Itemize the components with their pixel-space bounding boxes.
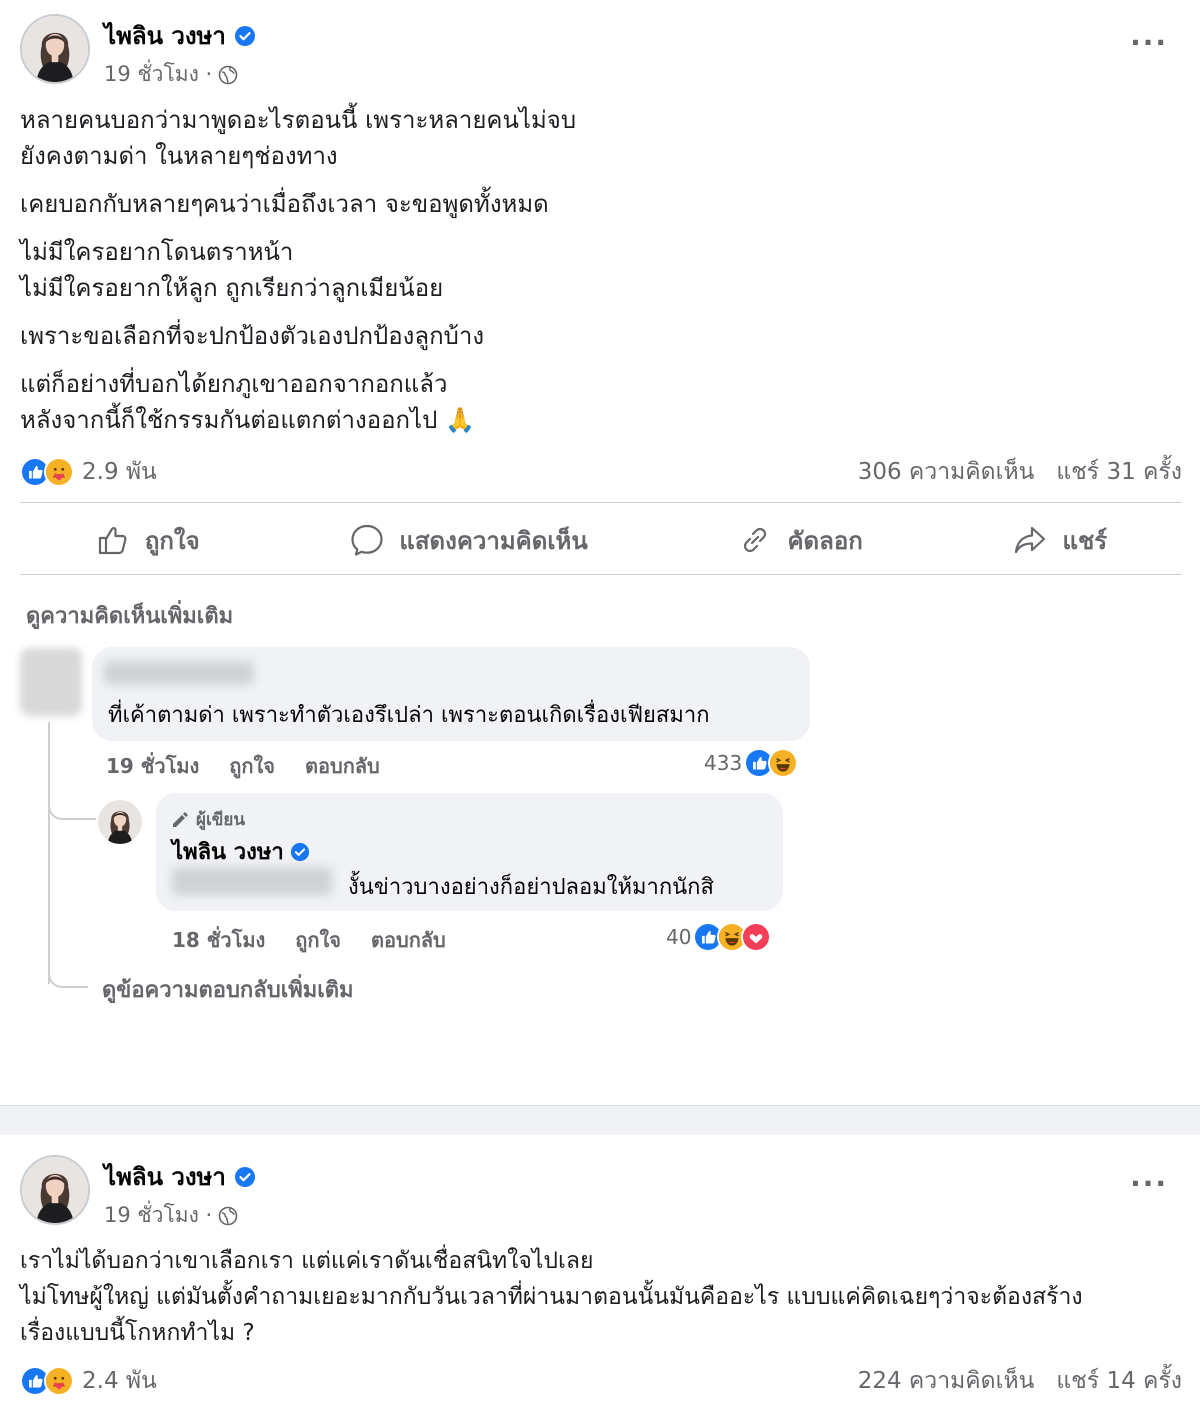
author-tag-label: ผู้เขียน xyxy=(196,810,245,830)
comments-count[interactable]: 224 ความคิดเห็น xyxy=(858,1363,1035,1399)
care-reaction-icon xyxy=(44,1366,74,1396)
share-icon xyxy=(1015,526,1046,554)
author-name[interactable]: ไพลิน วงษา xyxy=(104,16,256,55)
reaction-icons[interactable]: 2.4 พัน xyxy=(20,1363,157,1399)
reply-reply-button[interactable]: ตอบกลับ xyxy=(371,924,446,956)
comment-button[interactable]: แสดงความคิดเห็น xyxy=(349,521,588,560)
reply-author[interactable]: ไพลิน วงษา xyxy=(172,834,310,869)
post-body: เราไม่ได้บอกว่าเขาเลือกเรา แต่แค่เราดันเ… xyxy=(20,1243,1190,1351)
post-time[interactable]: 19 ชั่วโมง · xyxy=(104,1199,212,1232)
verified-icon xyxy=(233,24,256,47)
post-paragraph: แต่ก็อย่างที่บอกได้ยกภูเขาออกจากอกแล้ว หล… xyxy=(20,370,475,434)
reply-reaction-count: 40 xyxy=(666,925,692,949)
author-tag: ผู้เขียน xyxy=(170,806,245,833)
comment-label: แสดงความคิดเห็น xyxy=(399,526,588,555)
reaction-count[interactable]: 2.9 พัน xyxy=(82,454,157,490)
post-paragraph: เราไม่ได้บอกว่าเขาเลือกเรา แต่แค่เราดันเ… xyxy=(20,1248,1083,1346)
reply-actions: 18 ชั่วโมง ถูกใจ ตอบกลับ xyxy=(172,924,446,956)
author-name-text[interactable]: ไพลิน วงษา xyxy=(104,16,226,55)
post-time[interactable]: 19 ชั่วโมง · xyxy=(104,58,212,91)
comment-time[interactable]: 19 ชั่วโมง xyxy=(106,750,199,782)
author-avatar[interactable] xyxy=(20,1155,90,1225)
globe-icon xyxy=(218,65,238,84)
love-reaction-icon xyxy=(741,922,772,952)
post-timestamp[interactable]: 19 ชั่วโมง · xyxy=(104,58,238,91)
thread-connector xyxy=(48,960,88,988)
globe-icon xyxy=(218,1206,238,1225)
divider xyxy=(20,502,1182,503)
comment-bubble: ที่เค้าตามด่า เพราะทำตัวเองรึเปล่า เพราะ… xyxy=(92,647,810,741)
reactions-summary: 2.4 พัน 224 ความคิดเห็น แชร์ 14 ครั้ง xyxy=(20,1361,1182,1401)
post-body: หลายคนบอกว่ามาพูดอะไรตอนนี้ เพราะหลายคนไ… xyxy=(20,102,1190,438)
pencil-icon xyxy=(173,811,188,827)
thumbs-up-icon xyxy=(98,526,127,555)
commenter-avatar[interactable] xyxy=(20,648,82,716)
comment-reply-button[interactable]: ตอบกลับ xyxy=(305,750,380,782)
post-card: ไพลิน วงษา 19 ชั่วโมง · ··· เราไม่ได้บอก… xyxy=(0,1135,1200,1409)
post-paragraph: หลายคนบอกว่ามาพูดอะไรตอนนี้ เพราะหลายคนไ… xyxy=(20,106,577,170)
feed-separator xyxy=(0,1105,1200,1135)
verified-icon xyxy=(289,841,310,862)
view-more-comments-link[interactable]: ดูความคิดเห็นเพิ่มเติม xyxy=(26,598,233,633)
shares-count[interactable]: แชร์ 14 ครั้ง xyxy=(1056,1363,1182,1399)
like-label: ถูกใจ xyxy=(144,526,200,555)
reply-time[interactable]: 18 ชั่วโมง xyxy=(172,924,265,956)
care-reaction-icon xyxy=(44,457,74,487)
reply-like-button[interactable]: ถูกใจ xyxy=(295,924,341,956)
like-button[interactable]: ถูกใจ xyxy=(95,521,200,560)
post-paragraph: เพราะขอเลือกที่จะปกป้องตัวเองปกป้องลูกบ้… xyxy=(20,322,485,350)
post-stats: 224 ความคิดเห็น แชร์ 14 ครั้ง xyxy=(858,1363,1182,1399)
reply-reactions[interactable]: 40 xyxy=(666,922,772,952)
post-card: ไพลิน วงษา 19 ชั่วโมง · ··· หลายคนบอกว่า… xyxy=(0,0,1200,1105)
post-actions: ถูกใจ แสดงความคิดเห็น คัดลอก แชร์ xyxy=(20,505,1182,575)
share-button[interactable]: แชร์ xyxy=(1012,521,1107,560)
reply-text: งั้นข่าวบางอย่างก็อย่าปลอมให้มากนักสิ xyxy=(348,875,714,900)
reply-author-avatar[interactable] xyxy=(98,800,142,844)
shares-count[interactable]: แชร์ 31 ครั้ง xyxy=(1056,454,1182,490)
comment-icon xyxy=(351,524,384,556)
mentioned-name-blurred[interactable] xyxy=(172,867,332,895)
link-icon xyxy=(744,527,767,553)
view-more-replies-link[interactable]: ดูข้อความตอบกลับเพิ่มเติม xyxy=(102,972,354,1007)
reaction-icons[interactable]: 2.9 พัน xyxy=(20,454,157,490)
thread-connector xyxy=(48,790,96,820)
haha-reaction-icon xyxy=(768,748,799,778)
divider xyxy=(20,574,1182,575)
reactions-summary: 2.9 พัน 306 ความคิดเห็น แชร์ 31 ครั้ง xyxy=(20,452,1182,492)
comment-like-button[interactable]: ถูกใจ xyxy=(229,750,275,782)
comment-reaction-count: 433 xyxy=(704,751,743,775)
comments-count[interactable]: 306 ความคิดเห็น xyxy=(858,454,1035,490)
reply-author-name[interactable]: ไพลิน วงษา xyxy=(172,834,284,869)
copy-link-button[interactable]: คัดลอก xyxy=(737,521,863,560)
copy-label: คัดลอก xyxy=(787,526,863,555)
more-icon[interactable]: ··· xyxy=(1130,1167,1168,1200)
comment-actions: 19 ชั่วโมง ถูกใจ ตอบกลับ xyxy=(106,750,380,782)
post-stats: 306 ความคิดเห็น แชร์ 31 ครั้ง xyxy=(858,454,1182,490)
more-icon[interactable]: ··· xyxy=(1130,26,1168,59)
author-name[interactable]: ไพลิน วงษา xyxy=(104,1157,256,1196)
author-avatar[interactable] xyxy=(20,14,90,84)
verified-icon xyxy=(233,1165,256,1188)
comment-text: ที่เค้าตามด่า เพราะทำตัวเองรึเปล่า เพราะ… xyxy=(108,703,710,728)
comment-reactions[interactable]: 433 xyxy=(704,748,799,778)
reaction-count[interactable]: 2.4 พัน xyxy=(82,1363,157,1399)
post-paragraph: เคยบอกกับหลายๆคนว่าเมื่อถึงเวลา จะขอพูดท… xyxy=(20,190,549,218)
post-paragraph: ไม่มีใครอยากโดนตราหน้า ไม่มีใครอยากให้ลูก… xyxy=(20,238,444,302)
author-name-text[interactable]: ไพลิน วงษา xyxy=(104,1157,226,1196)
post-timestamp[interactable]: 19 ชั่วโมง · xyxy=(104,1199,238,1232)
thread-line xyxy=(48,722,50,984)
commenter-name-blurred[interactable] xyxy=(104,661,254,685)
share-label: แชร์ xyxy=(1062,526,1108,555)
